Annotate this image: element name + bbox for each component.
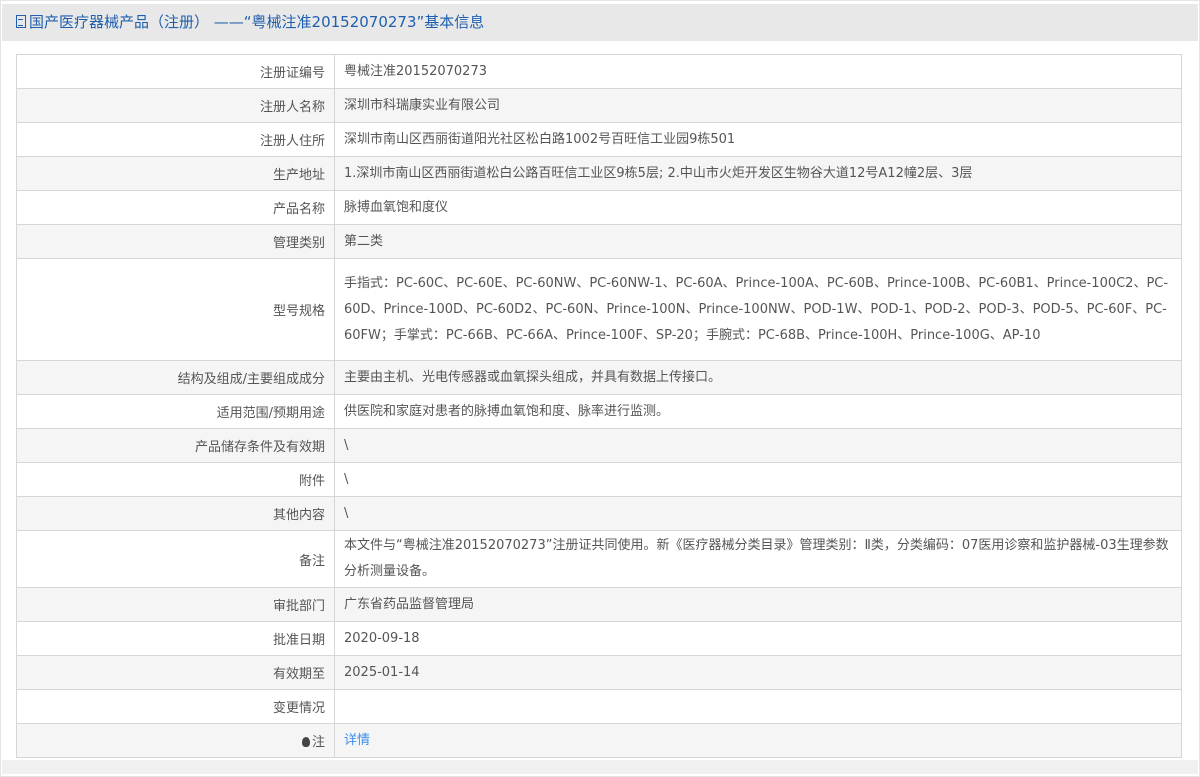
field-value: 本文件与“粤械注准20152070273”注册证共同使用。新《医疗器械分类目录》… <box>334 530 1182 588</box>
field-label: 变更情况 <box>16 689 335 724</box>
table-row: 适用范围/预期用途 供医院和家庭对患者的脉搏血氧饱和度、脉率进行监测。 <box>16 394 1182 429</box>
field-value: 1.深圳市南山区西丽街道松白公路百旺信工业区9栋5层; 2.中山市火炬开发区生物… <box>334 156 1182 191</box>
field-label: 备注 <box>16 530 335 588</box>
page-header: 国产医疗器械产品（注册） ——“粤械注准20152070273”基本信息 <box>2 4 1198 41</box>
field-label: 其他内容 <box>16 496 335 531</box>
field-value: 供医院和家庭对患者的脉搏血氧饱和度、脉率进行监测。 <box>334 394 1182 429</box>
field-label: 注册证编号 <box>16 54 335 89</box>
field-value: 2025-01-14 <box>334 655 1182 690</box>
table-row: 有效期至 2025-01-14 <box>16 655 1182 690</box>
table-row: 型号规格 手指式：PC-60C、PC-60E、PC-60NW、PC-60NW-1、… <box>16 258 1182 361</box>
table-row: 附件 \ <box>16 462 1182 497</box>
table-row: 注册证编号 粤械注准20152070273 <box>16 54 1182 89</box>
field-value: 脉搏血氧饱和度仪 <box>334 190 1182 225</box>
page-title: 国产医疗器械产品（注册） ——“粤械注准20152070273”基本信息 <box>29 13 485 31</box>
table-row: 变更情况 <box>16 689 1182 724</box>
field-value: 主要由主机、光电传感器或血氧探头组成，并具有数据上传接口。 <box>334 360 1182 395</box>
table-row: 备注 本文件与“粤械注准20152070273”注册证共同使用。新《医疗器械分类目… <box>16 530 1182 588</box>
field-value: 第二类 <box>334 224 1182 259</box>
field-value: \ <box>334 428 1182 463</box>
table-row: 审批部门 广东省药品监督管理局 <box>16 587 1182 622</box>
field-label: 产品储存条件及有效期 <box>16 428 335 463</box>
table-row: 批准日期 2020-09-18 <box>16 621 1182 656</box>
table-row: 注册人名称 深圳市科瑞康实业有限公司 <box>16 88 1182 123</box>
field-label: 注册人住所 <box>16 122 335 157</box>
field-label: 批准日期 <box>16 621 335 656</box>
field-label: 管理类别 <box>16 224 335 259</box>
info-table: 注册证编号 粤械注准20152070273 注册人名称 深圳市科瑞康实业有限公司 注册人… <box>16 54 1182 758</box>
field-value: 粤械注准20152070273 <box>334 54 1182 89</box>
field-value: \ <box>334 462 1182 497</box>
table-row: 产品名称 脉搏血氧饱和度仪 <box>16 190 1182 225</box>
field-label: 生产地址 <box>16 156 335 191</box>
field-label: 附件 <box>16 462 335 497</box>
bottom-bar <box>2 760 1198 774</box>
table-row: 注册人住所 深圳市南山区西丽街道阳光社区松白路1002号百旺信工业园9栋501 <box>16 122 1182 157</box>
table-row: 结构及组成/主要组成成分 主要由主机、光电传感器或血氧探头组成，并具有数据上传接口… <box>16 360 1182 395</box>
field-value: 广东省药品监督管理局 <box>334 587 1182 622</box>
field-label: 有效期至 <box>16 655 335 690</box>
lightbulb-icon <box>301 737 310 747</box>
table-row: 其他内容 \ <box>16 496 1182 531</box>
note-label: 注 <box>311 735 325 750</box>
table-row: 生产地址 1.深圳市南山区西丽街道松白公路百旺信工业区9栋5层; 2.中山市火炬开… <box>16 156 1182 191</box>
field-value: 2020-09-18 <box>334 621 1182 656</box>
table-row: 产品储存条件及有效期 \ <box>16 428 1182 463</box>
field-label: 产品名称 <box>16 190 335 225</box>
field-label: 型号规格 <box>16 258 335 361</box>
field-label: 适用范围/预期用途 <box>16 394 335 429</box>
field-label: 审批部门 <box>16 587 335 622</box>
note-value-cell: 详情 <box>334 723 1182 758</box>
table-row: 管理类别 第二类 <box>16 224 1182 259</box>
field-value <box>334 689 1182 724</box>
field-label: 结构及组成/主要组成成分 <box>16 360 335 395</box>
field-label: 注册人名称 <box>16 88 335 123</box>
field-value: 深圳市南山区西丽街道阳光社区松白路1002号百旺信工业园9栋501 <box>334 122 1182 157</box>
field-value: 手指式：PC-60C、PC-60E、PC-60NW、PC-60NW-1、PC-6… <box>334 258 1182 361</box>
note-label-cell: 注 <box>16 723 335 758</box>
table-row-note: 注 详情 <box>16 723 1182 758</box>
details-link[interactable]: 详情 <box>344 733 370 748</box>
document-icon <box>16 15 26 28</box>
field-value: \ <box>334 496 1182 531</box>
field-value: 深圳市科瑞康实业有限公司 <box>334 88 1182 123</box>
